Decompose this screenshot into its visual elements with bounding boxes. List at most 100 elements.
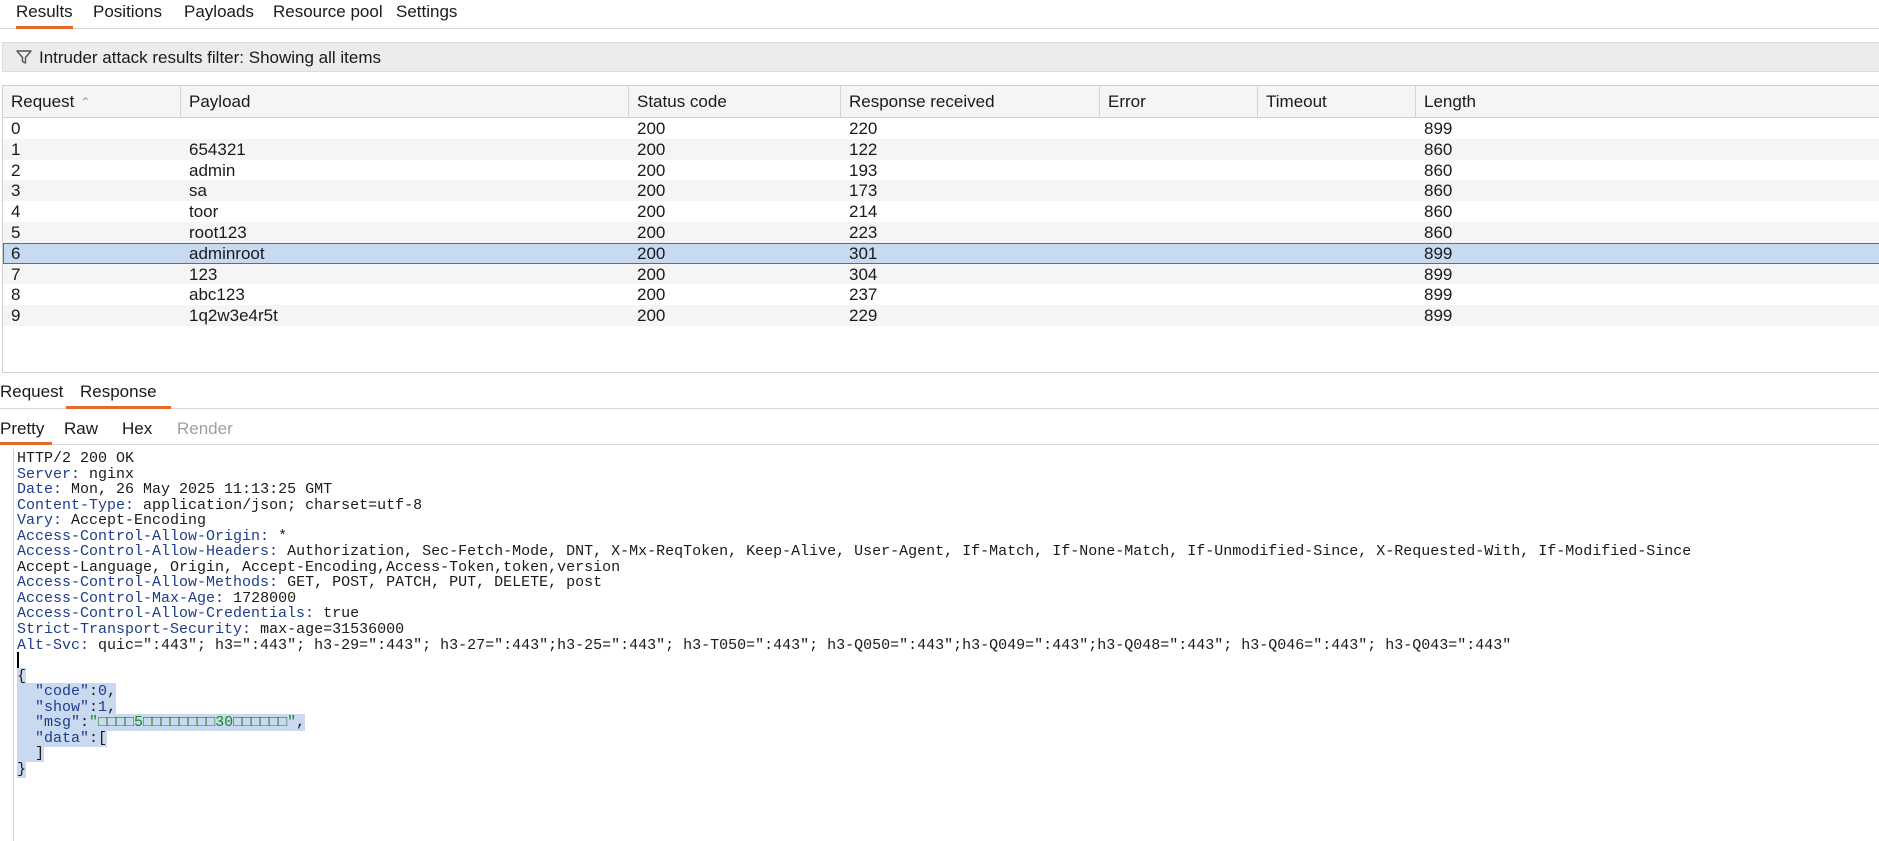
tab-raw[interactable]: Raw	[64, 416, 98, 442]
length-cell: 860	[1424, 160, 1453, 180]
status-code-cell: 200	[637, 223, 666, 242]
response-received-cell: 122	[849, 139, 878, 159]
payload-cell: adminroot	[189, 243, 265, 263]
timeout-cell	[1258, 222, 1416, 243]
tab-pretty[interactable]: Pretty	[0, 416, 53, 445]
response-received-cell: 229	[849, 306, 878, 326]
tab-response[interactable]: Response	[66, 380, 171, 409]
message-tab-bar: Request Response	[0, 380, 1879, 409]
results-table: Request ⌃ Payload Status code Response re…	[2, 85, 1879, 373]
column-header-payload[interactable]: Payload	[181, 86, 629, 117]
response-received-cell: 193	[849, 160, 878, 180]
column-header-length[interactable]: Length	[1416, 86, 1879, 117]
table-row[interactable]: 6 adminroot 200 301 899	[3, 242, 1879, 264]
length-cell: 860	[1424, 181, 1453, 201]
response-received-cell: 214	[849, 202, 878, 222]
status-code-cell: 200	[637, 160, 666, 180]
error-cell	[1100, 264, 1258, 285]
payload-cell: 1q2w3e4r5t	[189, 306, 278, 326]
response-editor[interactable]: HTTP/2 200 OK Server: nginx Date: Mon, 26…	[0, 449, 1879, 841]
payload-cell: abc123	[189, 285, 245, 305]
timeout-cell	[1258, 201, 1416, 222]
response-received-cell: 220	[849, 119, 878, 138]
view-mode-tab-bar: Pretty Raw Hex Render	[0, 416, 1879, 445]
request-cell: 1	[11, 139, 21, 159]
response-received-cell: 304	[849, 264, 878, 284]
request-cell: 5	[11, 223, 21, 242]
length-cell: 899	[1424, 119, 1453, 138]
error-cell	[1100, 160, 1258, 181]
status-code-cell: 200	[637, 306, 666, 326]
column-header-error[interactable]: Error	[1100, 86, 1258, 117]
length-cell: 899	[1424, 264, 1453, 284]
length-cell: 860	[1424, 139, 1453, 159]
request-cell: 3	[11, 181, 21, 201]
payload-cell: root123	[189, 223, 247, 242]
table-row[interactable]: 2 admin 200 193 860	[3, 159, 1879, 181]
status-code-cell: 200	[637, 285, 666, 305]
table-row[interactable]: 3 sa 200 173 860	[3, 180, 1879, 202]
timeout-cell	[1258, 284, 1416, 305]
tab-hex[interactable]: Hex	[122, 416, 152, 442]
response-received-cell: 173	[849, 181, 878, 201]
table-row[interactable]: 0 200 220 899	[3, 118, 1879, 139]
tab-request[interactable]: Request	[0, 380, 63, 406]
filter-label: Intruder attack results filter: Showing …	[39, 48, 382, 67]
error-cell	[1100, 305, 1258, 326]
status-code-cell: 200	[637, 181, 666, 201]
table-row[interactable]: 5 root123 200 223 860	[3, 222, 1879, 243]
response-code[interactable]: HTTP/2 200 OK Server: nginx Date: Mon, 26…	[17, 449, 1691, 778]
column-header-request[interactable]: Request ⌃	[3, 86, 181, 117]
error-cell	[1100, 180, 1258, 201]
tab-positions[interactable]: Positions	[93, 0, 162, 26]
tab-settings[interactable]: Settings	[396, 0, 457, 26]
json-close-brace: }	[17, 760, 27, 778]
table-row[interactable]: 9 1q2w3e4r5t 200 229 899	[3, 305, 1879, 327]
error-cell	[1100, 201, 1258, 222]
request-cell: 0	[11, 119, 21, 138]
request-cell: 8	[11, 285, 21, 305]
request-cell: 9	[11, 306, 21, 326]
json-colon: :	[89, 729, 99, 747]
error-cell	[1100, 118, 1258, 139]
response-received-cell: 223	[849, 223, 878, 242]
table-row[interactable]: 8 abc123 200 237 899	[3, 284, 1879, 306]
payload-cell: sa	[189, 181, 207, 201]
response-received-cell: 237	[849, 285, 878, 305]
payload-cell	[181, 118, 629, 139]
table-row[interactable]: 4 toor 200 214 860	[3, 201, 1879, 223]
column-header-timeout[interactable]: Timeout	[1258, 86, 1416, 117]
results-filter-bar[interactable]: Intruder attack results filter: Showing …	[2, 42, 1879, 72]
json-array-close: ]	[35, 745, 45, 763]
json-array-open: [	[98, 729, 108, 747]
request-cell: 7	[11, 264, 21, 284]
header-line: Alt-Svc: quic=":443"; h3=":443"; h3-29="…	[17, 636, 1511, 655]
table-row[interactable]: 7 123 200 304 899	[3, 263, 1879, 285]
length-cell: 899	[1424, 243, 1453, 263]
json-line: }	[17, 760, 27, 779]
tab-payloads[interactable]: Payloads	[184, 0, 254, 26]
payload-cell: admin	[189, 160, 236, 180]
request-cell: 6	[11, 243, 21, 263]
tab-results[interactable]: Results	[16, 0, 73, 29]
sort-ascending-icon: ⌃	[80, 95, 91, 110]
status-code-cell: 200	[637, 119, 666, 138]
timeout-cell	[1258, 180, 1416, 201]
timeout-cell	[1258, 305, 1416, 326]
length-cell: 860	[1424, 202, 1453, 222]
header-value: quic=":443"; h3=":443"; h3-29=":443"; h3…	[89, 636, 1512, 654]
timeout-cell	[1258, 139, 1416, 160]
json-value: "□□□□5□□□□□□□□30□□□□□□"	[89, 714, 297, 732]
tab-resource-pool[interactable]: Resource pool	[273, 0, 383, 26]
error-cell	[1100, 222, 1258, 243]
request-cell: 4	[11, 202, 21, 222]
editor-gutter	[13, 449, 14, 841]
json-comma: ,	[296, 714, 306, 732]
column-header-response-received[interactable]: Response received	[841, 86, 1100, 117]
column-header-status-code[interactable]: Status code	[629, 86, 841, 117]
timeout-cell	[1258, 160, 1416, 181]
table-row[interactable]: 1 654321 200 122 860	[3, 138, 1879, 160]
status-code-cell: 200	[637, 202, 666, 222]
status-code-cell: 200	[637, 243, 666, 263]
payload-cell: 123	[189, 264, 218, 284]
